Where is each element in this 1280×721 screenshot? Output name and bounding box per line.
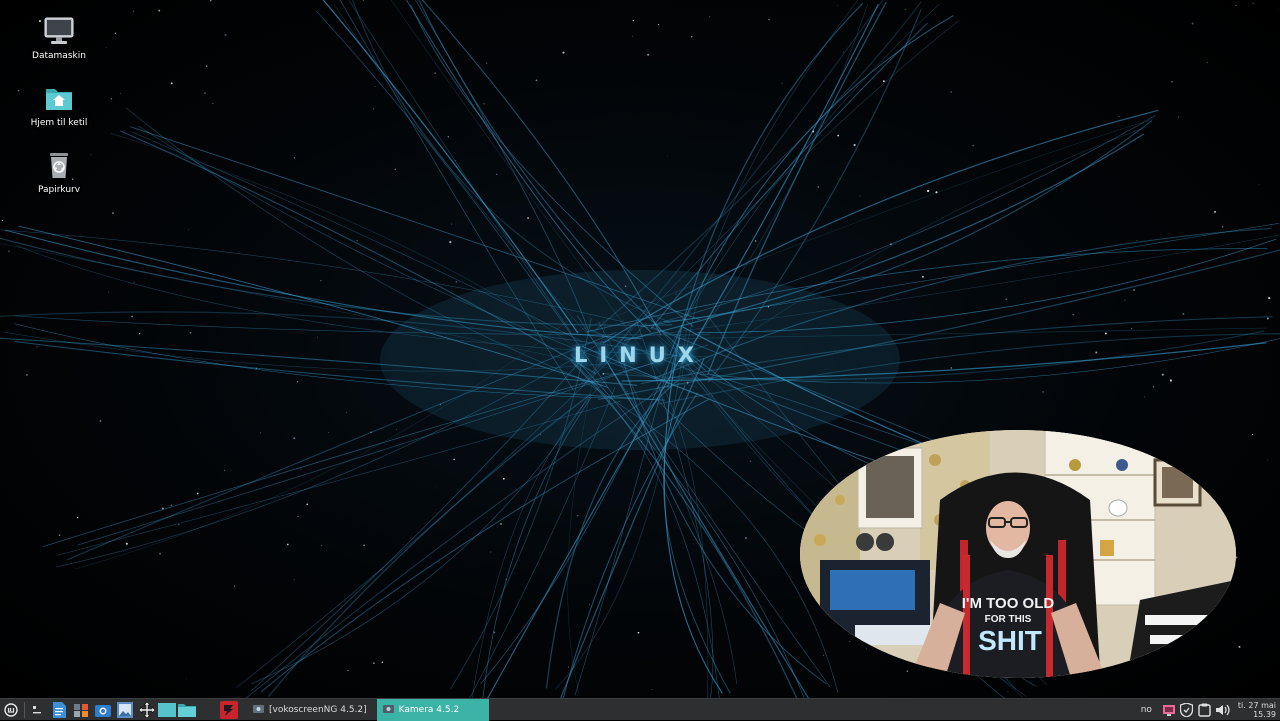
shield-icon [1180,702,1194,717]
tray-clipboard[interactable] [1196,700,1214,720]
launcher-move[interactable] [137,700,157,720]
show-desktop-button[interactable] [27,700,47,720]
clock-date: ti. 27 mai [1237,700,1276,710]
launcher-red-app[interactable] [219,700,239,720]
launcher-settings[interactable] [71,700,91,720]
wallpaper-text: LINUX [573,343,706,367]
screenshot-icon [95,704,111,717]
keyboard-layout[interactable]: no [1141,705,1152,715]
launcher-screenshot[interactable] [93,700,113,720]
shirt-text-line3: SHIT [978,625,1042,656]
desktop-icon-label: Hjem til ketil [30,118,88,128]
task-kamera[interactable]: Kamera 4.5.2 [376,698,489,721]
computer-icon [44,17,74,44]
clock-time: 15.39 [1253,709,1276,719]
menu-button[interactable] [0,700,22,720]
settings-icon [74,703,88,717]
launcher-text-editor[interactable] [49,700,69,720]
tray-volume[interactable] [1214,700,1232,720]
volume-icon [1216,704,1231,715]
file-manager-icon [158,702,196,717]
launcher-file-manager[interactable] [157,700,199,720]
desktop: LINUX Datamaskin Hjem til ketil Papirkur… [0,0,1280,698]
home-folder-icon [46,89,72,110]
desktop-icon-label: Datamaskin [32,51,86,61]
camera-icon [382,705,394,713]
network-icon [1162,704,1175,716]
menu-icon [4,702,18,717]
desktop-icon-trash[interactable]: Papirkurv [24,148,94,195]
task-label: Kamera 4.5.2 [398,704,460,715]
move-icon [139,701,155,718]
vokoscreen-icon [253,705,264,713]
task-label: [vokoscreenNG 4.5.2] [269,704,367,715]
launcher-image-viewer[interactable] [115,700,135,720]
webcam-overlay[interactable]: I'M TOO OLD FOR THIS SHIT [800,430,1236,678]
desktop-icon-label: Papirkurv [37,185,81,195]
trash-icon [50,153,68,178]
tray-shield[interactable] [1178,700,1196,720]
shirt-text-line1: I'M TOO OLD [962,595,1055,612]
desktop-icon-home[interactable]: Hjem til ketil [24,81,94,128]
red-app-icon [220,700,238,719]
task-vokoscreen[interactable]: [vokoscreenNG 4.5.2] [247,699,373,721]
system-tray: no ti. 27 mai 15.39 [1141,699,1280,721]
desktop-icon-computer[interactable]: Datamaskin [24,14,94,61]
clock[interactable]: ti. 27 mai 15.39 [1232,701,1280,719]
image-viewer-icon [117,701,133,718]
shirt-text-line2: FOR THIS [985,614,1032,625]
webcam-feed: I'M TOO OLD FOR THIS SHIT [800,430,1236,678]
show-desktop-icon [33,705,41,713]
text-editor-icon [53,701,66,718]
clipboard-icon [1198,703,1212,717]
tray-network[interactable] [1160,700,1178,720]
taskbar: [vokoscreenNG 4.5.2] Kamera 4.5.2 no ti.… [0,698,1280,721]
